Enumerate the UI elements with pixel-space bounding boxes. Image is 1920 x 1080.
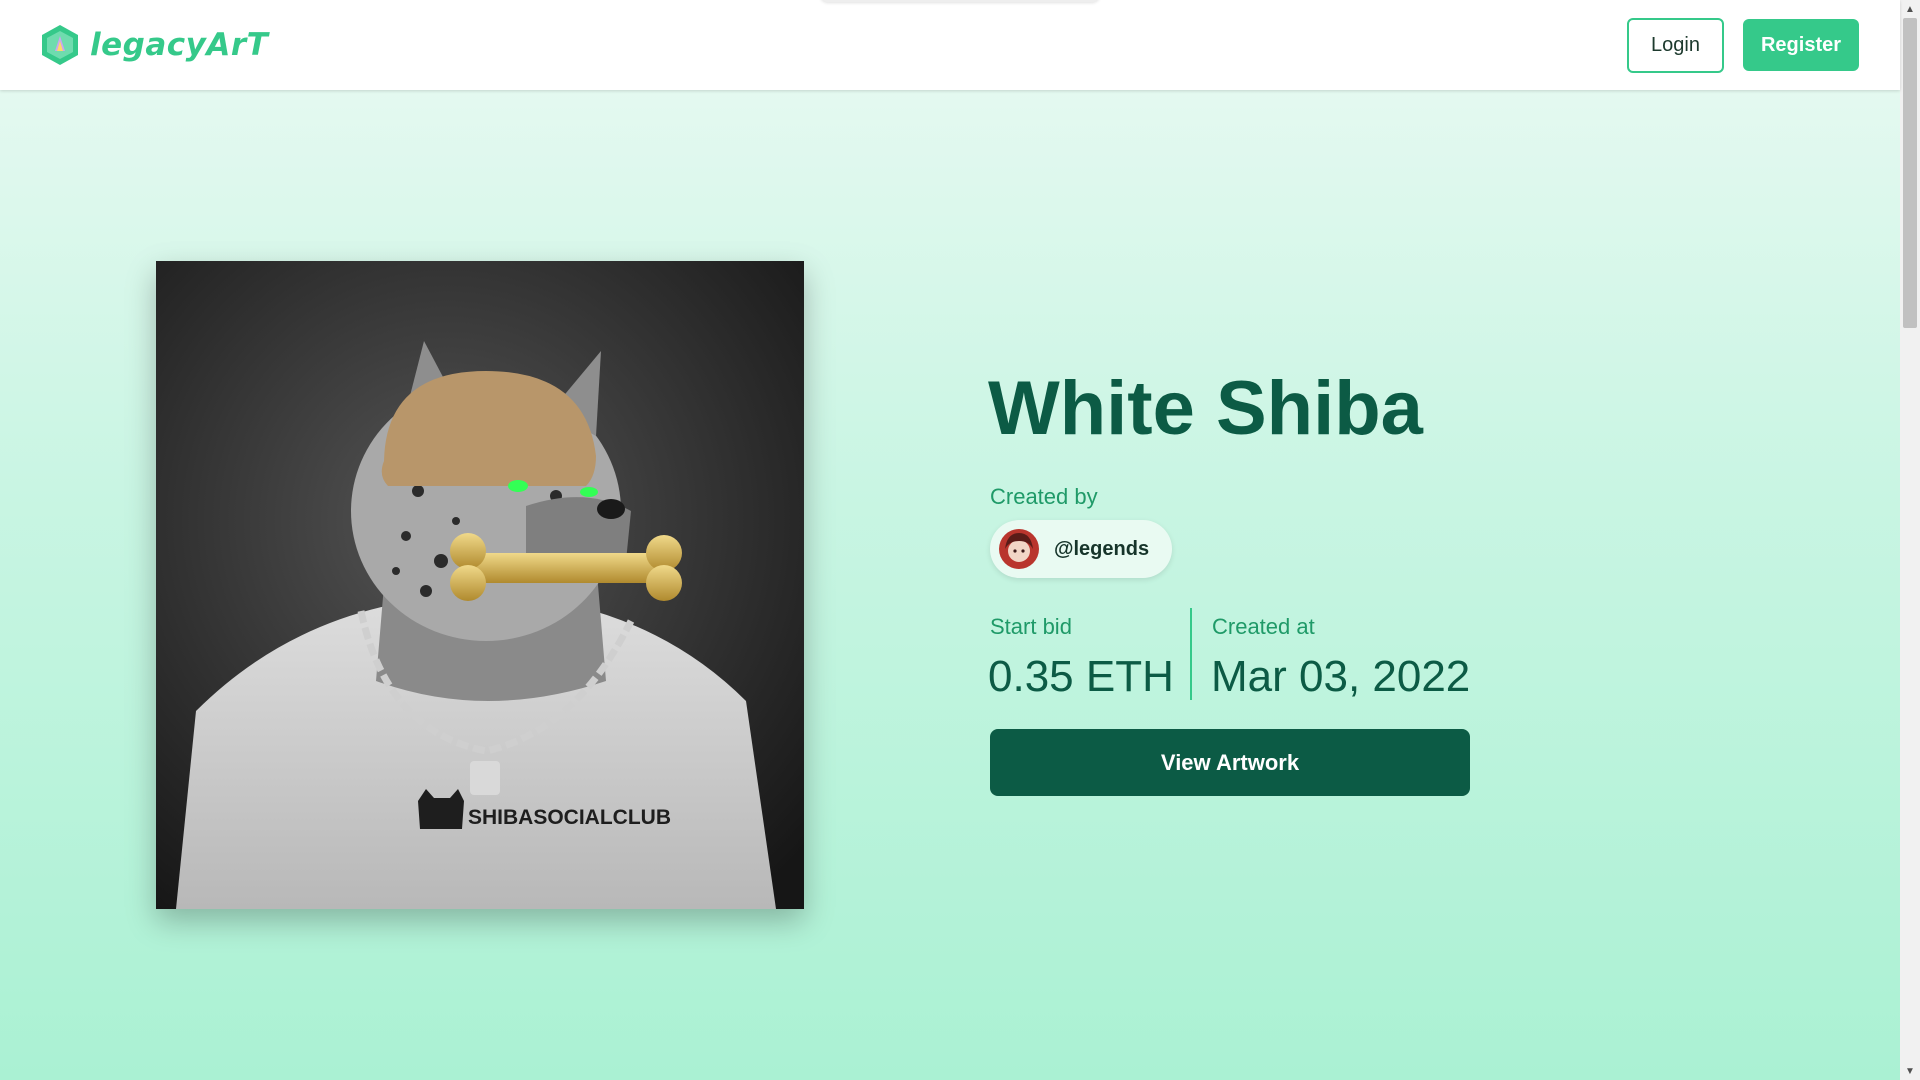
view-artwork-button[interactable]: View Artwork	[990, 729, 1470, 796]
scrollbar[interactable]: ▲ ▼	[1900, 0, 1920, 1080]
logo-text: legacyArT	[90, 27, 269, 63]
created-at-label: Created at	[1212, 614, 1315, 639]
start-bid-value: 0.35 ETH	[988, 652, 1174, 701]
artwork-title: White Shiba	[988, 366, 1423, 451]
created-at-value: Mar 03, 2022	[1211, 652, 1471, 701]
login-button[interactable]: Login	[1627, 18, 1724, 73]
created-by-label: Created by	[990, 484, 1098, 509]
logo-icon	[42, 25, 78, 65]
avatar	[999, 529, 1039, 569]
artwork-image[interactable]: SHIBASOCIALCLUB	[156, 261, 804, 909]
creator-handle: @legends	[1054, 537, 1150, 560]
logo[interactable]: legacyArT	[38, 22, 268, 68]
top-tab[interactable]	[820, 0, 1100, 2]
creator-chip[interactable]: @legends	[990, 520, 1172, 578]
shirt-text: SHIBASOCIALCLUB	[468, 806, 671, 829]
start-bid-label: Start bid	[990, 614, 1072, 639]
scroll-down-icon[interactable]: ▼	[1900, 1062, 1920, 1080]
stat-divider	[1190, 608, 1192, 700]
scroll-up-icon[interactable]: ▲	[1900, 0, 1920, 18]
site-header: legacyArT Login Register	[0, 0, 1900, 90]
register-button[interactable]: Register	[1743, 19, 1859, 71]
scroll-thumb[interactable]	[1903, 18, 1917, 328]
